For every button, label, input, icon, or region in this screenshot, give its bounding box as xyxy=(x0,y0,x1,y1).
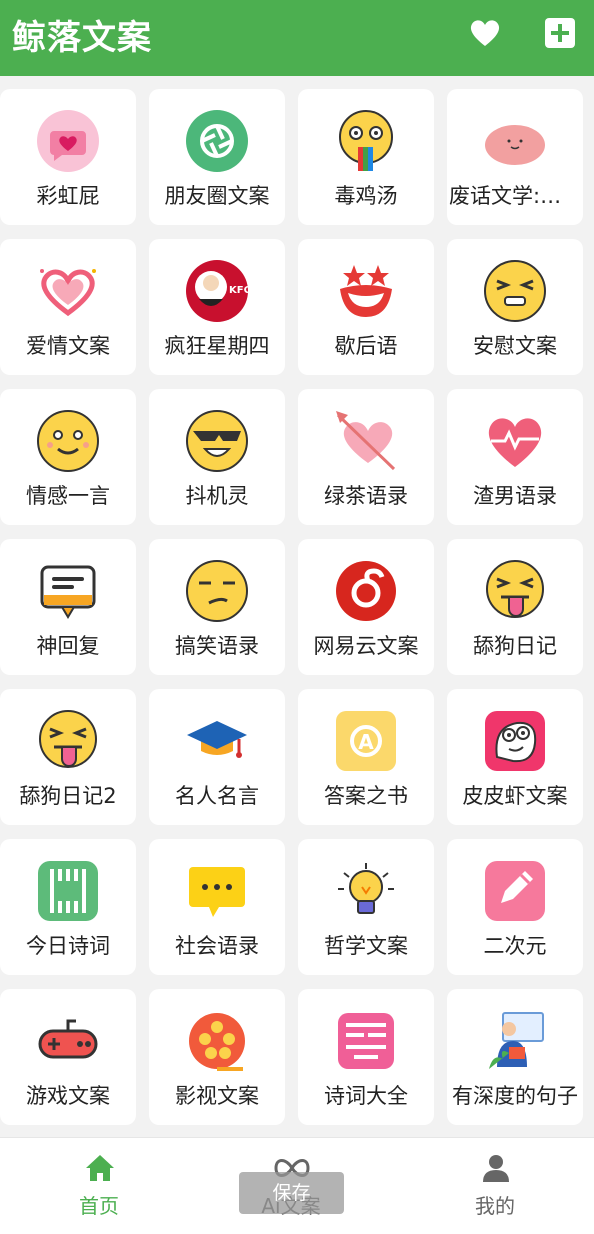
heartbeat-heart-icon xyxy=(483,409,547,473)
tile-qinggan[interactable]: 情感一言 xyxy=(0,389,136,525)
person-icon xyxy=(480,1152,512,1184)
tile-label: 影视文案 xyxy=(175,1084,259,1108)
tile-label: 游戏文案 xyxy=(26,1084,110,1108)
sparkle-heart-icon xyxy=(36,259,100,323)
clown-mouth-icon xyxy=(334,259,398,323)
tile-kfc[interactable]: KFC 疯狂星期四 xyxy=(149,239,285,375)
tile-label: 答案之书 xyxy=(324,784,408,808)
tile-label: 今日诗词 xyxy=(26,934,110,958)
tile-yingshi[interactable]: 影视文案 xyxy=(149,989,285,1125)
tile-jinrishici[interactable]: 今日诗词 xyxy=(0,839,136,975)
tile-xiehouyu[interactable]: 歇后语 xyxy=(298,239,434,375)
film-reel-icon xyxy=(185,1009,249,1073)
svg-text:KFC: KFC xyxy=(229,285,249,296)
tile-doujiling[interactable]: 抖机灵 xyxy=(149,389,285,525)
tile-daanzhishu[interactable]: A 答案之书 xyxy=(298,689,434,825)
answer-book-icon: A xyxy=(334,709,398,773)
tile-youxi[interactable]: 游戏文案 xyxy=(0,989,136,1125)
tile-feihuawenxue[interactable]: 废话文学:胡… xyxy=(447,89,583,225)
tile-mingren[interactable]: 名人名言 xyxy=(149,689,285,825)
pink-heart-chat-icon xyxy=(36,109,100,173)
heart-icon[interactable] xyxy=(468,16,502,50)
tile-label: 诗词大全 xyxy=(324,1084,408,1108)
tile-label: 名人名言 xyxy=(175,784,259,808)
save-toast: 保存 xyxy=(239,1172,344,1214)
tile-aiqing[interactable]: 爱情文案 xyxy=(0,239,136,375)
nav-label: 首页 xyxy=(79,1194,119,1218)
tile-erciyuan[interactable]: 二次元 xyxy=(447,839,583,975)
tile-label: 歇后语 xyxy=(334,334,398,358)
poetry-collection-icon xyxy=(334,1009,398,1073)
tile-label: 绿茶语录 xyxy=(324,484,408,508)
tile-label: 毒鸡汤 xyxy=(334,184,398,208)
tile-zhanan[interactable]: 渣男语录 xyxy=(447,389,583,525)
tile-label: 情感一言 xyxy=(26,484,110,508)
tile-tiangou2[interactable]: 舔狗日记2 xyxy=(0,689,136,825)
tile-shehui[interactable]: 社会语录 xyxy=(149,839,285,975)
tile-label: 社会语录 xyxy=(175,934,259,958)
squint-face-icon xyxy=(483,259,547,323)
tile-label: 安慰文案 xyxy=(473,334,557,358)
tile-label: 皮皮虾文案 xyxy=(462,784,568,808)
pink-blob-face-icon xyxy=(483,109,547,173)
tile-label: 搞笑语录 xyxy=(175,634,259,658)
poem-scroll-icon xyxy=(36,859,100,923)
pencil-app-icon xyxy=(483,859,547,923)
app-header: 鲸落文案 xyxy=(0,0,594,76)
tile-tiangou[interactable]: 舔狗日记 xyxy=(447,539,583,675)
nav-home[interactable]: 首页 xyxy=(0,1138,198,1234)
tile-wangyiyun[interactable]: 网易云文案 xyxy=(298,539,434,675)
tile-label: 舔狗日记2 xyxy=(19,784,117,808)
lightbulb-icon xyxy=(334,859,398,923)
tile-label: 疯狂星期四 xyxy=(164,334,270,358)
tile-gaoxiao[interactable]: 搞笑语录 xyxy=(149,539,285,675)
reading-person-icon xyxy=(483,1009,547,1073)
graduation-cap-icon xyxy=(185,709,249,773)
message-box-icon xyxy=(36,559,100,623)
tile-label: 爱情文案 xyxy=(26,334,110,358)
gamepad-icon xyxy=(36,1009,100,1073)
tile-label: 哲学文案 xyxy=(324,934,408,958)
sunglasses-face-icon xyxy=(185,409,249,473)
camera-aperture-icon xyxy=(185,109,249,173)
tile-label: 抖机灵 xyxy=(185,484,249,508)
tile-anwei[interactable]: 安慰文案 xyxy=(447,239,583,375)
tile-pengyouquan[interactable]: 朋友圈文案 xyxy=(149,89,285,225)
home-icon xyxy=(84,1152,116,1184)
tile-zhexue[interactable]: 哲学文案 xyxy=(298,839,434,975)
svg-text:A: A xyxy=(358,730,374,754)
chat-bubble-dots-icon xyxy=(185,859,249,923)
tongue-wink-face-icon xyxy=(36,709,100,773)
nav-label: 我的 xyxy=(475,1194,515,1218)
rainbow-tongue-face-icon xyxy=(334,109,398,173)
tile-youshendu[interactable]: 有深度的句子 xyxy=(447,989,583,1125)
netease-music-icon xyxy=(334,559,398,623)
tile-shenhuifu[interactable]: 神回复 xyxy=(0,539,136,675)
tile-label: 废话文学:胡… xyxy=(449,184,581,208)
arrow-heart-icon xyxy=(334,409,398,473)
tile-label: 朋友圈文案 xyxy=(164,184,270,208)
tile-label: 渣男语录 xyxy=(473,484,557,508)
tile-dujitang[interactable]: 毒鸡汤 xyxy=(298,89,434,225)
tile-label: 二次元 xyxy=(483,934,547,958)
tile-pipixia[interactable]: 皮皮虾文案 xyxy=(447,689,583,825)
tile-label: 有深度的句子 xyxy=(452,1084,578,1108)
tile-label: 彩虹屁 xyxy=(36,184,100,208)
tile-label: 神回复 xyxy=(36,634,100,658)
plus-square-icon[interactable] xyxy=(543,16,577,50)
tile-lvcha[interactable]: 绿茶语录 xyxy=(298,389,434,525)
smiling-face-icon xyxy=(36,409,100,473)
app-title: 鲸落文案 xyxy=(12,18,152,58)
tile-label: 舔狗日记 xyxy=(473,634,557,658)
tile-label: 网易云文案 xyxy=(313,634,419,658)
kfc-logo-icon: KFC xyxy=(185,259,249,323)
smirk-face-icon xyxy=(185,559,249,623)
tile-caihongpi[interactable]: 彩虹屁 xyxy=(0,89,136,225)
silly-face-app-icon xyxy=(483,709,547,773)
tongue-wink-face-icon xyxy=(483,559,547,623)
tile-shicidaquan[interactable]: 诗词大全 xyxy=(298,989,434,1125)
nav-profile[interactable]: 我的 xyxy=(396,1138,594,1234)
